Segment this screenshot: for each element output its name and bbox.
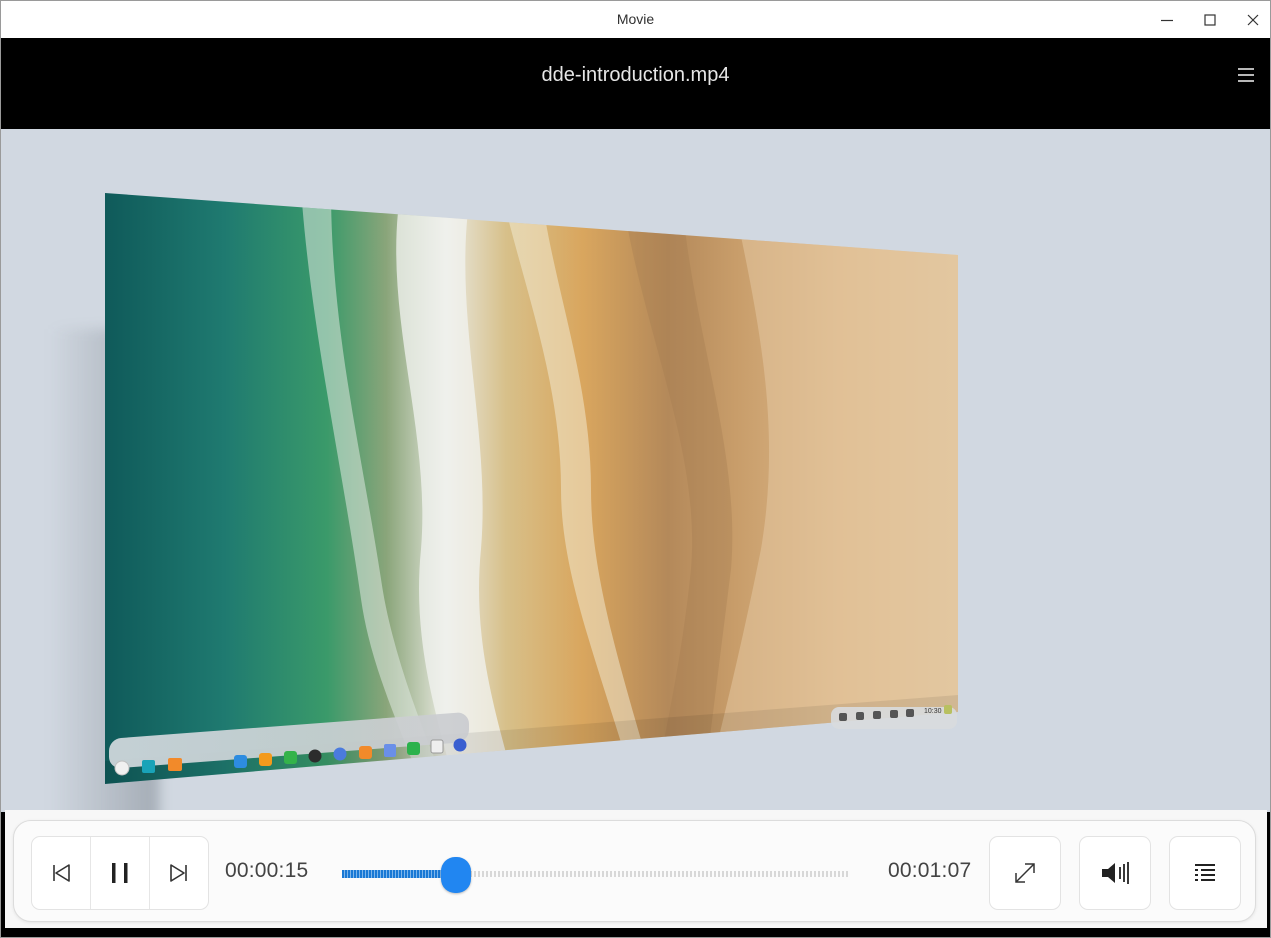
next-track-icon bbox=[170, 864, 187, 882]
progress-handle[interactable] bbox=[441, 857, 471, 893]
previous-button[interactable] bbox=[32, 837, 91, 909]
fullscreen-icon bbox=[1015, 863, 1035, 883]
next-button[interactable] bbox=[150, 837, 208, 909]
playlist-button[interactable] bbox=[1169, 836, 1241, 910]
video-area[interactable]: 10:30 bbox=[1, 129, 1270, 812]
current-time: 00:00:15 bbox=[225, 859, 309, 882]
hamburger-menu-icon bbox=[1238, 68, 1254, 82]
maximize-button[interactable] bbox=[1188, 1, 1231, 38]
total-time: 00:01:07 bbox=[888, 859, 972, 882]
player-header: dde-introduction.mp4 bbox=[1, 38, 1270, 129]
volume-button[interactable] bbox=[1079, 836, 1151, 910]
close-button[interactable] bbox=[1231, 1, 1270, 38]
progress-fill bbox=[342, 870, 456, 878]
playlist-icon bbox=[1195, 864, 1215, 881]
menu-button[interactable] bbox=[1236, 65, 1256, 85]
previous-track-icon bbox=[53, 864, 70, 882]
minimize-icon bbox=[1160, 19, 1173, 21]
close-icon bbox=[1247, 14, 1258, 25]
playback-button-group bbox=[31, 836, 209, 910]
system-tray: 10:30 bbox=[831, 705, 957, 729]
video-frame: 10:30 bbox=[105, 193, 958, 784]
minimize-button[interactable] bbox=[1145, 1, 1188, 38]
title-bar: Movie bbox=[1, 1, 1270, 38]
volume-icon bbox=[1102, 862, 1129, 884]
window-title: Movie bbox=[616, 11, 655, 27]
tray-clock: 10:30 bbox=[924, 708, 942, 715]
video-filename: dde-introduction.mp4 bbox=[541, 64, 730, 86]
progress-slider[interactable] bbox=[342, 857, 850, 893]
fullscreen-button[interactable] bbox=[989, 836, 1061, 910]
pause-icon bbox=[112, 863, 128, 883]
play-pause-button[interactable] bbox=[91, 837, 150, 909]
movie-window: Movie dde-introduction.mp4 10:30 bbox=[0, 0, 1271, 938]
maximize-icon bbox=[1203, 13, 1216, 26]
